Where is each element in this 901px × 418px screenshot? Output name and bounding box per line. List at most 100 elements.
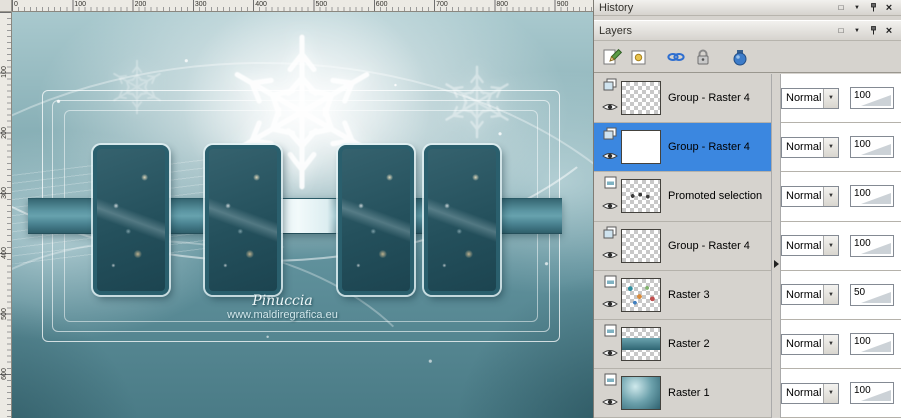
edit-layer-button[interactable] — [600, 44, 624, 69]
visibility-eye-icon[interactable] — [602, 198, 618, 216]
ruler-vertical: 100 200 300 400 500 600 — [0, 12, 12, 418]
layer-icon-column — [599, 74, 621, 122]
menu-dropdown-button[interactable]: ▼ — [850, 24, 864, 37]
layer-thumbnail[interactable] — [621, 228, 661, 263]
layer-row[interactable]: Promoted selection Normal ▼ 100 — [594, 172, 901, 222]
menu-icon: ▼ — [854, 27, 860, 34]
close-button[interactable]: × — [882, 24, 896, 37]
layer-row[interactable]: Raster 2 Normal ▼ 100 — [594, 319, 901, 370]
layer-thumbnail[interactable] — [621, 130, 661, 165]
canvas-image[interactable]: Pinuccia www.maldiregrafica.eu — [12, 12, 593, 418]
layer-row[interactable]: Group - Raster 4 Normal ▼ 100 — [594, 123, 901, 173]
opacity-value: 100 — [854, 188, 871, 200]
blend-mode-value: Normal — [786, 387, 822, 400]
new-layer-button[interactable] — [627, 44, 651, 69]
opacity-control[interactable]: 100 — [850, 185, 894, 208]
ruler-label: 0 — [14, 1, 18, 8]
opacity-control[interactable]: 50 — [850, 283, 894, 306]
chevron-down-icon[interactable]: ▼ — [823, 383, 838, 403]
layers-toolbar — [594, 41, 901, 73]
layer-name[interactable]: Group - Raster 4 — [661, 74, 771, 122]
visibility-eye-icon[interactable] — [602, 247, 618, 265]
layer-row-left[interactable]: Promoted selection — [594, 172, 771, 221]
layer-name[interactable]: Group - Raster 4 — [661, 222, 771, 270]
layer-row-left[interactable]: Raster 3 — [594, 270, 771, 319]
opacity-control[interactable]: 100 — [850, 87, 894, 110]
ruler-label: 400 — [1, 247, 8, 260]
ruler-label: 300 — [1, 187, 8, 199]
blend-mode-select[interactable]: Normal ▼ — [781, 382, 839, 404]
layer-name[interactable]: Promoted selection — [661, 172, 771, 220]
layer-row-left[interactable]: Group - Raster 4 — [594, 123, 771, 172]
chevron-down-icon[interactable]: ▼ — [823, 88, 838, 108]
visibility-eye-icon[interactable] — [602, 296, 618, 314]
ruler-label: 400 — [255, 1, 267, 8]
link-layers-button[interactable] — [664, 44, 688, 69]
opacity-control[interactable]: 100 — [850, 382, 894, 405]
layer-thumbnail[interactable] — [621, 81, 661, 115]
layer-thumbnail[interactable] — [621, 277, 661, 312]
chevron-down-icon[interactable]: ▼ — [823, 285, 838, 305]
chevron-down-icon[interactable]: ▼ — [823, 236, 838, 256]
layer-name[interactable]: Group - Raster 4 — [661, 123, 771, 171]
close-button[interactable]: × — [882, 1, 896, 14]
blend-mode-select[interactable]: Normal ▼ — [781, 333, 839, 355]
blend-mode-select[interactable]: Normal ▼ — [781, 235, 839, 257]
layer-thumbnail[interactable] — [621, 179, 661, 214]
layer-type-icon — [603, 127, 618, 140]
layer-row[interactable]: Group - Raster 4 Normal ▼ 100 — [594, 74, 901, 124]
history-panel-header[interactable]: History □ ▼ × — [594, 0, 901, 16]
layer-row-left[interactable]: Group - Raster 4 — [594, 221, 771, 270]
layer-row[interactable]: Group - Raster 4 Normal ▼ 100 — [594, 221, 901, 271]
blend-mode-select[interactable]: Normal ▼ — [781, 87, 839, 109]
layer-row-right: Normal ▼ 100 — [781, 369, 901, 418]
layer-row-left[interactable]: Group - Raster 4 — [594, 74, 771, 123]
pin-button[interactable] — [866, 24, 880, 37]
restore-button[interactable]: □ — [834, 24, 848, 37]
close-icon: × — [885, 1, 893, 14]
lock-transparency-button[interactable] — [691, 44, 715, 69]
layer-icon-column — [599, 172, 621, 220]
chevron-down-icon[interactable]: ▼ — [823, 186, 838, 206]
photo-frame — [338, 145, 414, 295]
opacity-control[interactable]: 100 — [850, 234, 894, 257]
blend-mode-select[interactable]: Normal ▼ — [781, 185, 839, 207]
photo-frame — [424, 145, 500, 295]
opacity-control[interactable]: 100 — [850, 333, 894, 356]
layer-row[interactable]: Raster 1 Normal ▼ 100 — [594, 369, 901, 418]
blend-mode-select[interactable]: Normal ▼ — [781, 136, 839, 158]
layer-name[interactable]: Raster 3 — [661, 271, 771, 319]
paint-bucket-button[interactable] — [728, 44, 752, 69]
layer-thumbnail[interactable] — [621, 376, 661, 411]
layer-thumbnail[interactable] — [621, 326, 661, 361]
visibility-eye-icon[interactable] — [602, 148, 618, 166]
photo-frame — [93, 145, 169, 295]
visibility-eye-icon[interactable] — [602, 345, 618, 363]
restore-button[interactable]: □ — [834, 1, 848, 14]
layer-name[interactable]: Raster 1 — [661, 369, 771, 417]
opacity-value: 50 — [854, 286, 866, 298]
splitter-arrow-icon — [774, 260, 779, 268]
chevron-down-icon[interactable]: ▼ — [823, 137, 838, 157]
layer-name[interactable]: Raster 2 — [661, 320, 771, 368]
layer-row-left[interactable]: Raster 1 — [594, 369, 771, 418]
menu-dropdown-button[interactable]: ▼ — [850, 1, 864, 14]
layer-row[interactable]: Raster 3 Normal ▼ 50 — [594, 270, 901, 320]
pin-button[interactable] — [866, 1, 880, 14]
opacity-control[interactable]: 100 — [850, 136, 894, 159]
visibility-eye-icon[interactable] — [602, 394, 618, 412]
blend-mode-select[interactable]: Normal ▼ — [781, 284, 839, 306]
panel-splitter[interactable] — [771, 74, 781, 418]
right-panel: History □ ▼ × Layers □ ▼ × Group - Raste… — [593, 0, 901, 418]
visibility-eye-icon[interactable] — [602, 99, 618, 117]
pencil-icon — [603, 48, 622, 64]
layer-row-left[interactable]: Raster 2 — [594, 319, 771, 369]
chevron-down-icon[interactable]: ▼ — [823, 334, 838, 354]
ruler-label: 300 — [194, 1, 207, 8]
layers-panel-header[interactable]: Layers □ ▼ × — [594, 20, 901, 41]
layer-row-right: Normal ▼ 100 — [781, 319, 901, 369]
layer-icon-column — [599, 271, 621, 319]
canvas-area: 0 100 200 300 400 500 600 700 800 900 100 200 300 40… — [0, 0, 593, 418]
ruler-corner — [0, 0, 12, 12]
ruler-label: 100 — [74, 1, 86, 8]
